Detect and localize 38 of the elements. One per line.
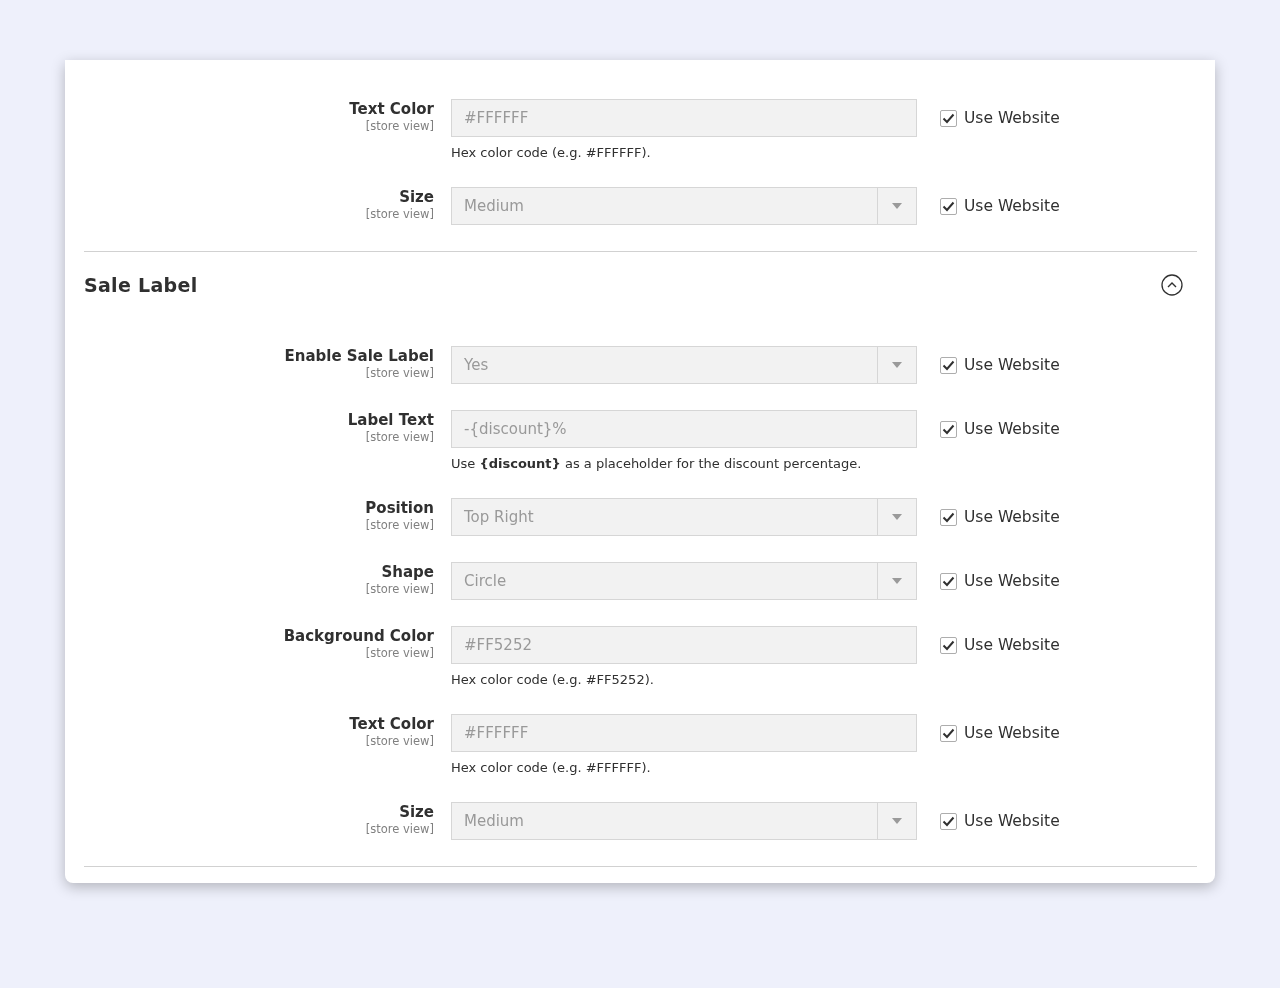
checkbox-label: Use Website [964,356,1060,374]
scope-label: [store view] [365,734,434,748]
scope-label: [store view] [365,646,434,660]
checkbox-label: Use Website [964,724,1060,742]
dropdown-arrow-icon [892,514,902,520]
field-label: Text Color [349,99,434,119]
scope-label: [store view] [365,119,434,133]
field-label: Text Color [349,714,434,734]
checkbox-label: Use Website [964,812,1060,830]
section-title: Sale Label [84,274,198,296]
field-label: Enable Sale Label [284,346,434,366]
scope-label: [store view] [365,207,434,221]
collapse-toggle-icon[interactable] [1161,274,1183,296]
dropdown-arrow-icon [892,362,902,368]
scope-label: [store view] [365,366,434,380]
dropdown-arrow-icon [892,818,902,824]
field-label: Background Color [283,626,434,646]
scope-label: [store view] [365,582,434,596]
checkbox-label: Use Website [964,508,1060,526]
checkbox-label: Use Website [964,197,1060,215]
field-note: Hex color code (e.g. #FF5252). [451,672,655,688]
checkbox-label: Use Website [964,636,1060,654]
dropdown-arrow-icon [892,578,902,584]
field-note: Hex color code (e.g. #FFFFFF). [451,145,652,161]
scope-label: [store view] [365,430,434,444]
field-label: Size [399,802,434,822]
field-note: Use {discount} as a placeholder for the discount percentage. [451,456,863,472]
field-label: Size [399,187,434,207]
dropdown-arrow-icon [892,203,902,209]
field-label: Shape [381,562,434,582]
checkbox-label: Use Website [964,420,1060,438]
checkbox-label: Use Website [964,109,1060,127]
scope-label: [store view] [365,518,434,532]
field-label: Position [365,498,434,518]
field-label: Label Text [347,410,434,430]
checkbox-label: Use Website [964,572,1060,590]
scope-label: [store view] [365,822,434,836]
field-note: Hex color code (e.g. #FFFFFF). [451,760,652,776]
